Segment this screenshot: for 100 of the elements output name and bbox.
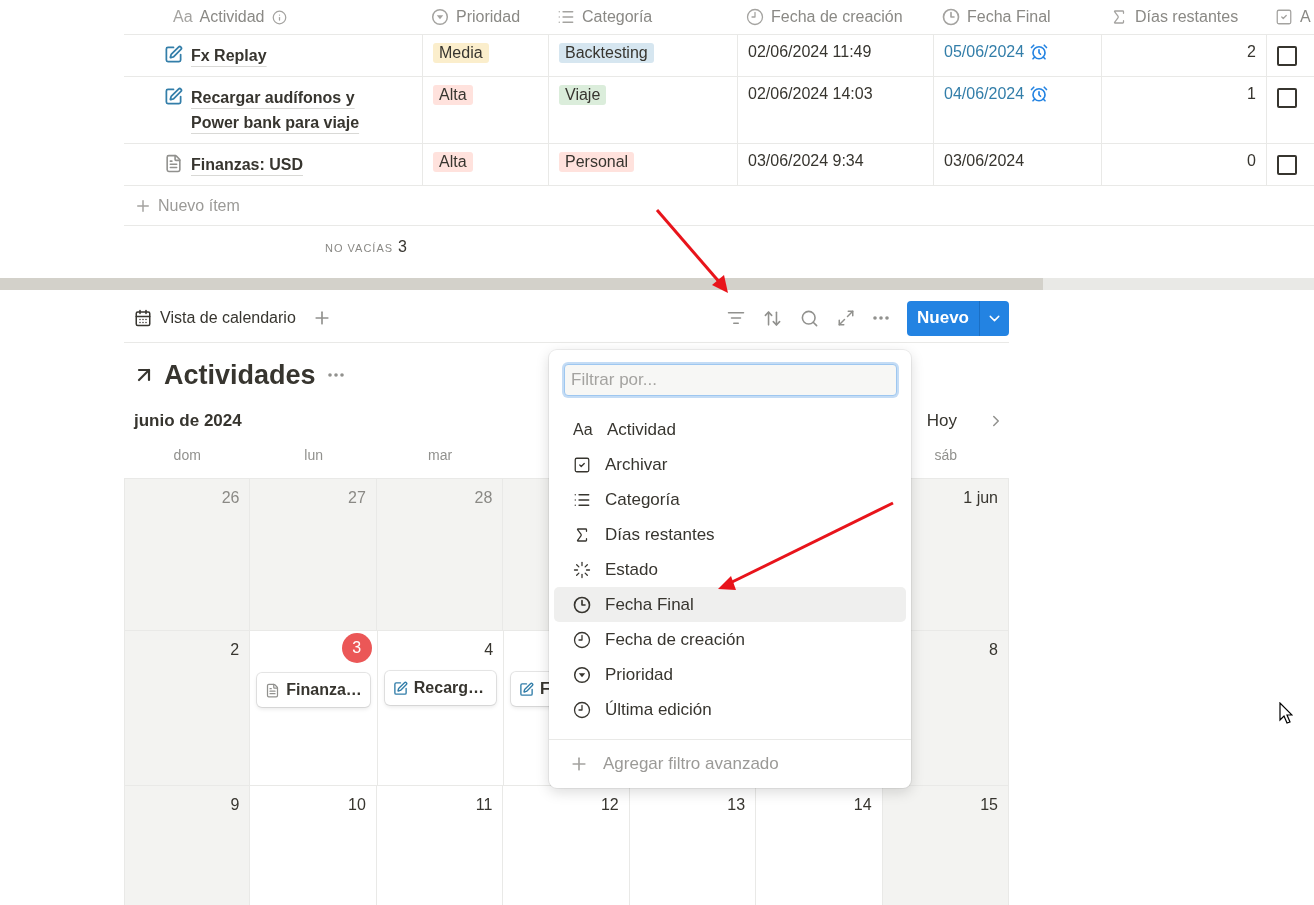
due-date: 04/06/2024 xyxy=(944,85,1049,103)
checkbox-icon xyxy=(1275,8,1293,26)
checkbox[interactable] xyxy=(1277,88,1297,108)
clock-icon xyxy=(573,700,591,719)
alarm-clock-icon xyxy=(1030,43,1049,61)
search-button[interactable] xyxy=(800,308,820,328)
new-button[interactable]: Nuevo xyxy=(907,300,979,336)
calculation-value: 3 xyxy=(398,238,407,256)
status-icon xyxy=(573,560,591,579)
sort-button[interactable] xyxy=(763,308,783,328)
more-icon xyxy=(327,373,344,377)
expand-button[interactable] xyxy=(837,309,856,327)
calendar-icon xyxy=(134,309,152,327)
more-button[interactable] xyxy=(873,316,890,320)
column-header[interactable]: Prioridad xyxy=(456,8,521,26)
day-number: 10 xyxy=(347,795,367,815)
page-icon xyxy=(164,154,183,173)
column-header[interactable]: Fecha Final xyxy=(967,8,1051,26)
day-number: 1 jun xyxy=(962,488,999,508)
day-number: 12 xyxy=(599,795,620,815)
table-cell: 03/06/2024 9:34 xyxy=(748,152,864,170)
text-type-icon: Aa xyxy=(173,8,193,26)
more-icon xyxy=(873,316,890,320)
edit-icon xyxy=(164,45,183,64)
expand-icon xyxy=(837,309,856,327)
day-number: 11 xyxy=(474,795,494,815)
column-header[interactable]: Días restantes xyxy=(1135,8,1239,26)
priority-tag: Media xyxy=(433,43,489,63)
checkbox-icon xyxy=(573,455,591,474)
property-menu-item[interactable]: Aa Actividad xyxy=(554,412,906,448)
more-button[interactable] xyxy=(327,373,344,377)
event-card[interactable]: Recarg… xyxy=(384,671,497,705)
checkbox[interactable] xyxy=(1277,46,1297,66)
table-cell: 02/06/2024 11:49 xyxy=(748,43,872,61)
day-number: 2 xyxy=(229,640,241,660)
page-icon xyxy=(265,682,281,698)
today-date: 3 xyxy=(341,633,372,663)
day-cell[interactable]: 2 xyxy=(124,631,251,786)
sort-icon xyxy=(763,308,783,328)
new-dropdown-button[interactable] xyxy=(979,300,1009,336)
day-number: 4 xyxy=(483,640,495,660)
property-menu-item[interactable]: Fecha Final xyxy=(554,587,906,623)
day-cell[interactable]: 15 xyxy=(882,786,1009,905)
list-icon xyxy=(557,8,575,26)
column-header[interactable]: A xyxy=(1300,8,1311,26)
weekday-label: dom xyxy=(172,447,202,465)
calendar-view-tab[interactable]: Vista de calendario xyxy=(124,309,296,327)
priority-tag: Alta xyxy=(433,85,473,105)
category-tag: Viaje xyxy=(559,85,607,105)
clock-icon xyxy=(746,8,764,26)
priority-tag: Alta xyxy=(433,152,473,172)
search-icon xyxy=(800,308,820,328)
weekday-label: lun xyxy=(303,447,324,465)
weekday-label: mar xyxy=(427,447,454,465)
alarm-clock-icon xyxy=(1030,85,1049,103)
database-title: Actividades xyxy=(164,359,316,391)
clock-icon xyxy=(573,595,591,614)
text-type-icon: Aa xyxy=(573,420,593,439)
activity-title[interactable]: Finanzas: USD xyxy=(191,152,303,177)
event-card[interactable]: Finanza… xyxy=(257,673,370,707)
edit-icon xyxy=(164,87,183,106)
table-cell: 2 xyxy=(1247,43,1256,61)
table-cell: 0 xyxy=(1247,152,1256,170)
edit-icon xyxy=(519,681,535,697)
table-cell: 02/06/2024 14:03 xyxy=(748,85,873,103)
column-header[interactable]: Actividad xyxy=(199,8,265,26)
edit-icon xyxy=(392,680,408,696)
day-cell[interactable]: 3 Finanza… xyxy=(250,631,378,786)
scrollbar-thumb[interactable] xyxy=(0,278,1043,290)
day-number: 27 xyxy=(347,488,367,508)
filter-button[interactable] xyxy=(727,309,746,327)
dropdown-circle-icon xyxy=(431,8,449,26)
day-number: 13 xyxy=(726,795,747,815)
clock-icon xyxy=(942,8,960,26)
day-cell[interactable]: 9 xyxy=(124,786,251,905)
due-date: 05/06/2024 xyxy=(944,43,1049,61)
today-button[interactable]: Hoy xyxy=(914,411,969,431)
weekday-label: sáb xyxy=(933,447,959,465)
day-number: 9 xyxy=(229,795,241,815)
table-cell: 1 xyxy=(1247,85,1256,103)
day-number: 14 xyxy=(852,795,873,815)
due-date: 03/06/2024 xyxy=(944,152,1025,170)
day-cell[interactable]: 4 Recarg… xyxy=(377,631,505,786)
column-header[interactable]: Fecha de creación xyxy=(771,8,903,26)
day-number: 8 xyxy=(988,640,999,660)
category-tag: Backtesting xyxy=(559,43,654,63)
month-label: junio de 2024 xyxy=(134,411,242,431)
filter-icon xyxy=(727,309,746,327)
day-number: 26 xyxy=(220,488,241,508)
activity-title[interactable]: Recargar audífonos y Power bank para viaje xyxy=(191,85,392,135)
filter-search-field[interactable]: Filtrar por... xyxy=(564,364,897,397)
activity-title[interactable]: Fx Replay xyxy=(191,43,267,68)
day-number: 28 xyxy=(473,488,494,508)
day-number: 15 xyxy=(979,795,999,815)
mouse-cursor-icon xyxy=(1279,702,1293,724)
calculation-label: NO VACÍAS xyxy=(325,242,394,254)
clock-icon xyxy=(573,630,591,649)
column-header[interactable]: Categoría xyxy=(582,8,653,26)
checkbox[interactable] xyxy=(1277,155,1297,175)
dropdown-circle-icon xyxy=(573,665,591,684)
